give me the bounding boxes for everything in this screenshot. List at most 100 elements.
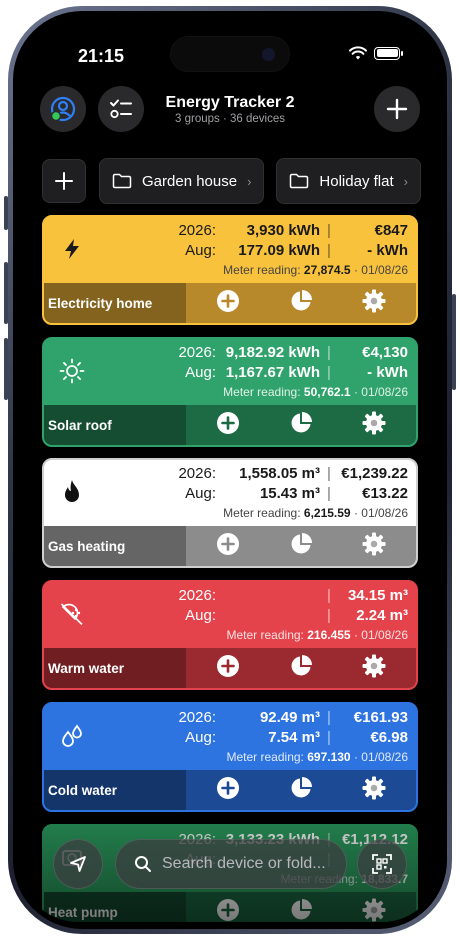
year-label: 2026: [178, 587, 216, 604]
card-stats: 2026: 92.49 m³ | €161.93 Aug: 7.54 m³ | €6.98 Me… [168, 708, 408, 766]
status-time: 21:15 [78, 46, 125, 66]
month-row: Aug: 1,167.67 kWh | - kWh [168, 363, 408, 383]
folder-icon [112, 173, 132, 189]
year-value: 1,558.05 m³ [239, 465, 320, 482]
folder-icon [290, 173, 309, 189]
add-reading-button[interactable] [215, 654, 241, 683]
settings-button[interactable] [361, 654, 387, 681]
meter-value: 27,874.5 [303, 263, 351, 277]
month-cost: - kWh [367, 242, 408, 259]
statistics-button[interactable] [288, 289, 314, 318]
separator: | [327, 364, 331, 381]
add-reading-button[interactable] [215, 532, 241, 559]
group-label: Holiday flat [319, 172, 394, 190]
add-reading-button[interactable] [215, 289, 241, 316]
statistics-button[interactable] [288, 654, 314, 683]
search-bar[interactable] [115, 839, 347, 889]
plus-circle-icon [216, 654, 240, 683]
card-actions [186, 648, 416, 688]
add-device-button[interactable] [374, 86, 420, 132]
plus-icon [55, 172, 73, 190]
app-screen: 21:15 Energy Tracker 2 3 groups · 36 dev… [20, 16, 440, 922]
settings-button[interactable] [361, 288, 387, 319]
separator: | [327, 242, 331, 259]
meter-reading: Meter reading: 50,762.1 · 01/08/26 [168, 383, 408, 401]
month-cost: - kWh [367, 364, 408, 381]
dynamic-island [170, 36, 290, 72]
meter-date: · 01/08/26 [353, 750, 408, 764]
year-label: 2026: [178, 465, 216, 482]
chevron-right-icon: › [403, 173, 408, 189]
card-actions [186, 283, 416, 323]
search-input[interactable] [162, 855, 342, 873]
year-cost: €1,239.22 [341, 465, 408, 482]
month-value: 1,167.67 kWh [225, 364, 320, 381]
meter-value: 6,215.59 [303, 506, 351, 520]
separator: | [327, 465, 331, 482]
action-button [4, 196, 8, 230]
meter-label: Meter reading: [223, 385, 301, 399]
add-reading-button[interactable] [215, 411, 241, 440]
pie-chart-icon [289, 776, 313, 805]
wifi-icon [349, 46, 367, 60]
device-card-gas-heating[interactable]: 2026: 1,558.05 m³ | €1,239.22 Aug: 15.43 m³ | €… [42, 458, 418, 568]
month-row: Aug: 15.43 m³ | €13.22 [168, 484, 408, 504]
plus-icon [386, 98, 408, 120]
sun-icon [58, 357, 86, 385]
device-card-solar-roof[interactable]: 2026: 9,182.92 kWh | €4,130 Aug: 1,167.67 kWh… [42, 337, 418, 447]
status-icons [349, 46, 403, 60]
pie-chart-icon [289, 289, 313, 318]
lightning-icon [58, 235, 86, 263]
year-label: 2026: [178, 344, 216, 361]
settings-button[interactable] [361, 532, 387, 559]
settings-button[interactable] [361, 410, 387, 441]
year-row: 2026: 92.49 m³ | €161.93 [168, 708, 408, 728]
qr-code-icon [372, 854, 392, 874]
plus-circle-icon [216, 411, 240, 440]
group-chip-holiday-flat[interactable]: Holiday flat › [276, 158, 421, 204]
chevron-right-icon: › [247, 173, 252, 189]
card-stats: 2026: 3,930 kWh | €847 Aug: 177.09 kWh | - kWh M… [168, 221, 408, 279]
card-toolbar: Solar roof [44, 405, 416, 445]
card-actions [186, 770, 416, 810]
meter-reading: Meter reading: 697.130 · 01/08/26 [168, 748, 409, 766]
volume-down-button [4, 338, 8, 400]
card-stats: 2026: 9,182.92 kWh | €4,130 Aug: 1,167.67 kWh… [168, 343, 408, 401]
group-chip-garden-house[interactable]: Garden house › [99, 158, 265, 204]
add-reading-button[interactable] [215, 776, 241, 803]
device-name: Cold water [44, 770, 186, 810]
add-group-button[interactable] [42, 159, 86, 203]
card-toolbar: Warm water [44, 648, 416, 688]
gear-icon [361, 410, 387, 441]
meter-date: · 01/08/26 [353, 628, 408, 642]
month-label: Aug: [185, 364, 216, 381]
meter-value: 216.455 [307, 628, 351, 642]
year-row: 2026: 1,558.05 m³ | €1,239.22 [168, 464, 408, 484]
gear-icon [361, 288, 387, 319]
device-card-electricity-home[interactable]: 2026: 3,930 kWh | €847 Aug: 177.09 kWh | - kWh M… [42, 215, 418, 325]
card-stats: 2026: 1,558.05 m³ | €1,239.22 Aug: 15.43 m³ | €… [168, 464, 408, 522]
device-card-cold-water[interactable]: 2026: 92.49 m³ | €161.93 Aug: 7.54 m³ | €6.98 Me… [42, 702, 418, 812]
meter-value: 697.130 [307, 750, 351, 764]
meter-value: 50,762.1 [303, 385, 351, 399]
device-name: Gas heating [44, 526, 186, 566]
year-cost: €4,130 [362, 344, 408, 361]
device-name: Warm water [44, 648, 186, 688]
statistics-button[interactable] [288, 776, 314, 805]
year-cost: 34.15 m³ [347, 587, 408, 604]
statistics-button[interactable] [288, 411, 314, 440]
settings-button[interactable] [361, 776, 387, 803]
location-button[interactable] [53, 839, 103, 889]
pie-chart-icon [289, 654, 313, 683]
statistics-button[interactable] [288, 532, 314, 559]
location-arrow-icon [70, 856, 86, 872]
card-toolbar: Gas heating [44, 526, 416, 566]
year-row: 2026: | 34.15 m³ [168, 586, 408, 606]
pie-chart-icon [289, 411, 313, 440]
year-row: 2026: 9,182.92 kWh | €4,130 [168, 343, 408, 363]
meter-reading: Meter reading: 27,874.5 · 01/08/26 [168, 261, 408, 279]
device-card-warm-water[interactable]: 2026: | 34.15 m³ Aug: | 2.24 m³ Meter reading:… [42, 580, 418, 690]
power-button [452, 294, 456, 390]
qr-scan-button[interactable] [357, 839, 407, 889]
group-label: Garden house [142, 172, 238, 190]
